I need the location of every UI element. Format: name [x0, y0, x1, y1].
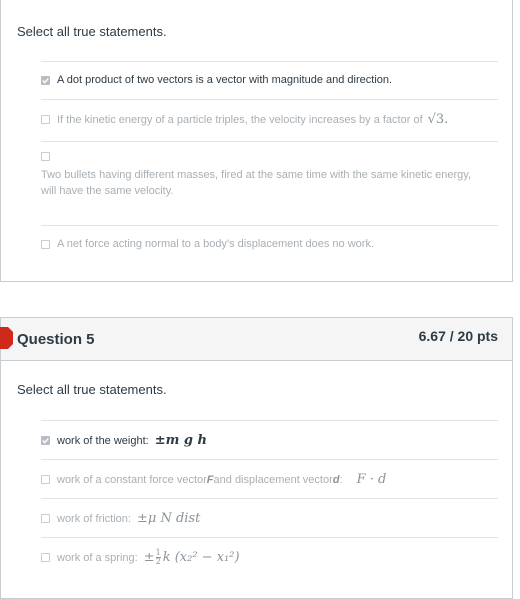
- option-text-bold: d: [332, 473, 340, 486]
- checkbox-checked[interactable]: [41, 436, 50, 445]
- option-text: A dot product of two vectors is a vector…: [57, 74, 393, 86]
- answer-option[interactable]: If the kinetic energy of a particle trip…: [41, 99, 498, 142]
- option-math: F · d: [356, 472, 387, 487]
- option-text-bold: F: [206, 473, 214, 486]
- option-text-line: will have the same velocity.: [41, 185, 174, 197]
- checkbox[interactable]: [41, 115, 50, 124]
- question-5-card: Question 5 6.67 / 20 pts Select all true…: [0, 317, 513, 599]
- question-prompt: Select all true statements.: [17, 382, 167, 397]
- option-text: work of the weight:: [57, 434, 149, 447]
- checkbox[interactable]: [41, 514, 50, 523]
- option-math: k (x₂² − x₁²): [162, 550, 240, 565]
- option-math: ±μ N dist: [136, 511, 201, 526]
- option-math-fraction: 1 2: [155, 549, 161, 566]
- option-math: ±m g h: [154, 433, 207, 448]
- checkmark-icon: [42, 77, 49, 84]
- option-math-prefix: ±: [143, 550, 155, 565]
- question-header: Question 5 6.67 / 20 pts: [0, 318, 512, 361]
- checkbox-checked[interactable]: [41, 75, 50, 85]
- option-text: If the kinetic energy of a particle trip…: [57, 113, 423, 126]
- answer-option[interactable]: work of the weight: ±m g h: [41, 420, 498, 460]
- option-text: work of friction:: [57, 512, 131, 525]
- answer-option[interactable]: work of a constant force vector F and di…: [41, 459, 498, 499]
- option-math: √3.: [427, 112, 449, 127]
- answer-option[interactable]: Two bullets having different masses, fir…: [41, 141, 498, 226]
- checkbox[interactable]: [41, 239, 50, 249]
- option-text: work of a spring:: [57, 551, 138, 564]
- option-text-line: Two bullets having different masses, fir…: [41, 169, 472, 181]
- flag-icon[interactable]: [0, 327, 13, 349]
- checkbox[interactable]: [41, 152, 50, 161]
- answer-option[interactable]: work of a spring: ± 1 2 k (x₂² − x₁²): [41, 537, 498, 578]
- option-text: work of a constant force vector: [57, 473, 207, 486]
- checkmark-icon: [42, 437, 49, 444]
- answer-option[interactable]: work of friction: ±μ N dist: [41, 498, 498, 538]
- checkbox[interactable]: [41, 553, 50, 562]
- answer-option[interactable]: A dot product of two vectors is a vector…: [41, 61, 498, 100]
- question-points: 6.67 / 20 pts: [418, 328, 498, 344]
- option-text-block: Two bullets having different masses, fir…: [41, 167, 471, 199]
- question-title: Question 5: [17, 331, 95, 348]
- question-4-card: Select all true statements. A dot produc…: [0, 0, 513, 282]
- checkbox[interactable]: [41, 475, 50, 484]
- fraction-denominator: 2: [155, 557, 161, 566]
- option-text: and displacement vector: [213, 473, 333, 486]
- question-prompt: Select all true statements.: [17, 24, 167, 39]
- option-text: A net force acting normal to a body's di…: [57, 238, 374, 250]
- answer-option[interactable]: A net force acting normal to a body's di…: [41, 225, 498, 266]
- option-text: :: [339, 473, 343, 486]
